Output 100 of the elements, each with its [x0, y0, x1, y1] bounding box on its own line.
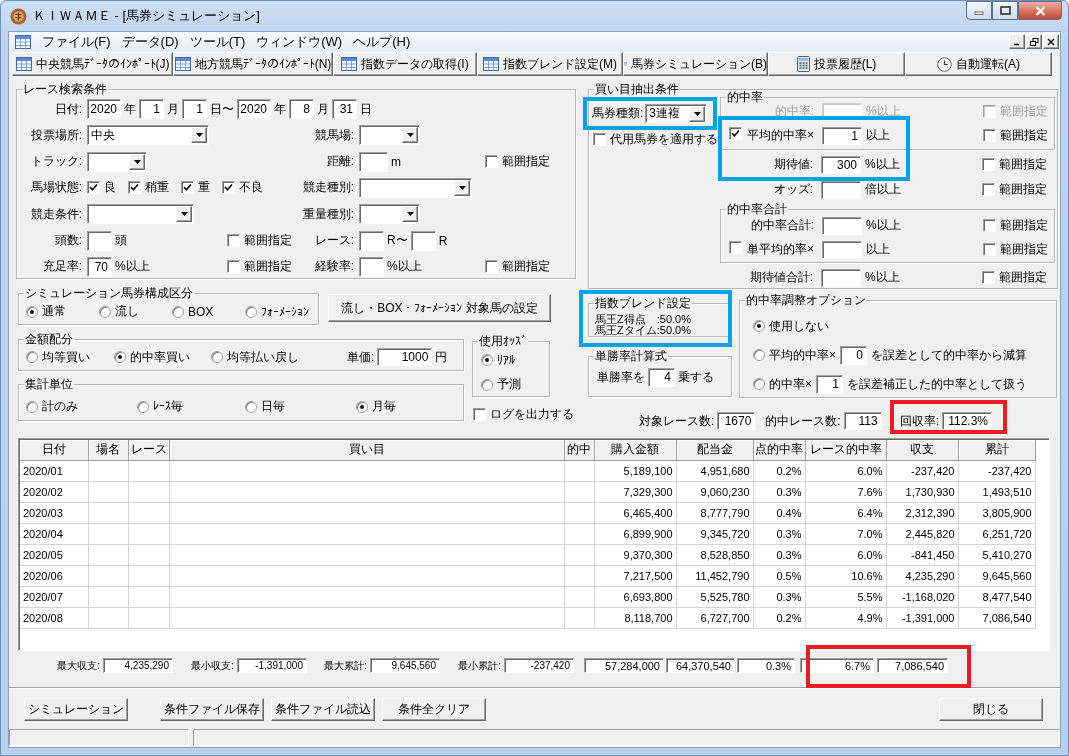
checkbox[interactable] [227, 260, 240, 274]
checkbox[interactable] [729, 241, 742, 254]
toolbar-button[interactable]: 指数ブレンド設定(M) [477, 52, 623, 76]
dropdown-button[interactable] [402, 206, 418, 223]
checkbox-label[interactable]: 重 [198, 179, 210, 197]
radio-label[interactable]: ﾚｰｽ毎 [153, 398, 183, 415]
radio-button[interactable] [245, 400, 257, 413]
dropdown-button[interactable] [191, 127, 207, 144]
input-field[interactable]: 1 [816, 374, 843, 394]
checkbox-label[interactable]: 範囲指定 [1000, 240, 1048, 258]
checkbox-label[interactable]: 範囲指定 [244, 258, 292, 276]
column-header[interactable]: 点的中率 [753, 440, 805, 460]
input-field[interactable] [359, 230, 384, 251]
radio-label[interactable]: 予測 [497, 376, 521, 393]
checkbox-label[interactable]: 範囲指定 [999, 268, 1047, 286]
input-field[interactable]: 1000 [377, 348, 433, 366]
radio-button[interactable] [481, 354, 493, 366]
dropdown-button[interactable] [129, 153, 145, 170]
radio-label[interactable]: 使用しない [769, 317, 829, 335]
command-button[interactable]: 条件全クリア [382, 698, 486, 721]
input-field[interactable]: 2020 [87, 99, 121, 119]
input-field[interactable] [821, 268, 861, 287]
input-field[interactable]: 31 [332, 99, 357, 119]
radio-label[interactable]: 均等買い [42, 348, 90, 366]
radio-label[interactable]: 月毎 [372, 398, 396, 415]
column-header[interactable]: 日付 [20, 440, 88, 460]
checkbox-label[interactable]: 範囲指定 [999, 180, 1047, 198]
radio-button[interactable] [753, 378, 765, 390]
checkbox-label[interactable]: ログを出力する [490, 406, 574, 423]
toolbar-button[interactable]: 馬券シミュレーション(B) [623, 52, 768, 76]
checkbox[interactable] [222, 181, 235, 195]
column-header[interactable]: 収支 [886, 440, 958, 460]
checkbox[interactable] [473, 408, 486, 421]
checkbox[interactable] [87, 181, 100, 195]
radio-button[interactable] [753, 320, 765, 332]
radio-label[interactable]: 的中率買い [130, 348, 190, 366]
checkbox-label[interactable]: 不良 [239, 179, 263, 197]
checkbox[interactable] [982, 270, 995, 284]
input-field[interactable]: 2020 [237, 99, 271, 119]
column-header[interactable]: 買い目 [169, 440, 564, 460]
input-field[interactable]: 4 [648, 367, 675, 387]
checkbox[interactable] [983, 128, 996, 142]
radio-button[interactable] [211, 351, 223, 363]
command-button[interactable]: 条件ファイル保存 [160, 698, 264, 721]
checkbox-label[interactable]: 範囲指定 [999, 155, 1047, 173]
dropdown-button[interactable] [689, 105, 706, 122]
menu-item[interactable]: ファイル(F) [37, 32, 117, 51]
input-field[interactable]: 1 [822, 126, 862, 145]
dropdown[interactable] [359, 178, 472, 198]
dropdown[interactable] [359, 125, 420, 146]
checkbox-label[interactable]: 範囲指定 [1000, 216, 1048, 234]
radio-button[interactable] [26, 351, 38, 363]
dropdown[interactable]: 3連複 [645, 104, 708, 123]
toolbar-button[interactable]: 自動運転(A) [905, 52, 1052, 76]
input-field[interactable] [410, 230, 436, 251]
column-header[interactable]: 場名 [88, 440, 128, 460]
checkbox-label[interactable]: 稍重 [145, 179, 169, 197]
radio-label[interactable]: 流し [115, 303, 139, 320]
input-field[interactable] [822, 216, 862, 235]
checkbox[interactable] [485, 155, 498, 169]
checkbox-label[interactable]: 良 [104, 179, 116, 197]
checkbox-label[interactable]: 範囲指定 [1000, 126, 1048, 144]
checkbox-label[interactable]: 範囲指定 [502, 153, 550, 171]
checkbox[interactable] [729, 127, 742, 140]
radio-button[interactable] [753, 349, 765, 361]
toolbar-button[interactable]: 中央競馬ﾃﾞｰﾀのｲﾝﾎﾟｰﾄ(J) [12, 52, 173, 76]
dropdown[interactable] [87, 151, 147, 172]
dropdown-button[interactable] [402, 127, 418, 144]
toolbar-button[interactable]: 投票履歴(L) [768, 52, 905, 76]
menu-item[interactable]: データ(D) [116, 32, 185, 51]
restore-button[interactable] [1026, 34, 1042, 49]
checkbox[interactable] [982, 157, 995, 171]
column-header[interactable]: 累計 [958, 440, 1035, 460]
radio-label[interactable]: ﾘｱﾙ [497, 353, 515, 367]
dropdown[interactable] [87, 204, 194, 225]
dropdown[interactable]: 中央 [87, 125, 209, 146]
maximize-button[interactable] [992, 1, 1018, 20]
input-field[interactable]: 1 [182, 99, 207, 119]
checkbox[interactable] [227, 234, 240, 248]
checkbox-label[interactable]: 範囲指定 [502, 258, 550, 276]
checkbox[interactable] [983, 218, 996, 232]
column-header[interactable]: レース [128, 440, 169, 460]
command-button[interactable]: シミュレーション [24, 698, 128, 721]
checkbox[interactable] [983, 242, 996, 256]
input-field[interactable] [359, 256, 384, 277]
column-header[interactable]: 購入金額 [594, 440, 676, 460]
close-button[interactable]: 閉じる [939, 698, 1043, 721]
column-header[interactable]: 配当金 [676, 440, 753, 460]
radio-label[interactable]: BOX [188, 304, 214, 319]
menu-item[interactable]: ヘルプ(H) [348, 32, 417, 51]
radio-label[interactable]: 計のみ [42, 398, 78, 415]
settings-button[interactable]: 流し・BOX・ﾌｫｰﾒｰｼｮﾝ 対象馬の設定 [328, 294, 551, 322]
column-header[interactable]: 的中 [564, 440, 594, 460]
radio-label[interactable]: 均等払い戻し [227, 348, 299, 366]
input-field[interactable]: 1 [139, 99, 164, 119]
checkbox-label[interactable]: 範囲指定 [244, 232, 292, 250]
dropdown[interactable] [359, 204, 420, 225]
dropdown-button[interactable] [176, 206, 192, 223]
input-field[interactable] [822, 240, 862, 259]
command-button[interactable]: 条件ファイル読込 [271, 698, 375, 721]
